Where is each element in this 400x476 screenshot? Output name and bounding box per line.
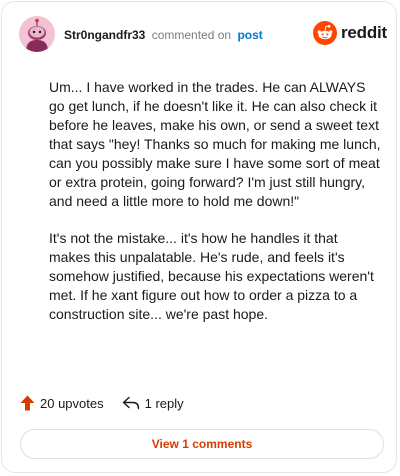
comment-paragraph: Um... I have worked in the trades. He ca… — [49, 79, 381, 209]
view-comments-button[interactable]: View 1 comments — [20, 429, 384, 459]
reply-arrow-icon — [122, 396, 139, 410]
reply-count: 1 reply — [144, 395, 184, 411]
comment-header: Str0ngandfr33 commented on post — [64, 28, 263, 42]
reddit-logo-icon — [313, 21, 337, 45]
username[interactable]: Str0ngandfr33 — [64, 28, 145, 42]
reply-button[interactable]: 1 reply — [122, 396, 184, 411]
comment-actions: 20 upvotes 1 reply — [20, 395, 184, 411]
avatar-icon — [19, 16, 55, 52]
comment-paragraph: It's not the mistake... it's how he hand… — [49, 230, 374, 322]
brand-wordmark: reddit — [341, 23, 388, 42]
upvote-arrow-icon — [20, 395, 35, 411]
comment-body: Um... I have worked in the trades. He ca… — [49, 78, 381, 342]
post-link[interactable]: post — [237, 28, 262, 42]
upvote-count: 20 upvotes — [40, 395, 104, 411]
upvote-button[interactable]: 20 upvotes — [20, 395, 104, 411]
comment-card: Str0ngandfr33 commented on post reddit U… — [1, 1, 397, 473]
commented-on-label: commented on — [151, 28, 232, 42]
reddit-brand[interactable]: reddit — [313, 21, 387, 45]
avatar[interactable] — [19, 16, 55, 52]
